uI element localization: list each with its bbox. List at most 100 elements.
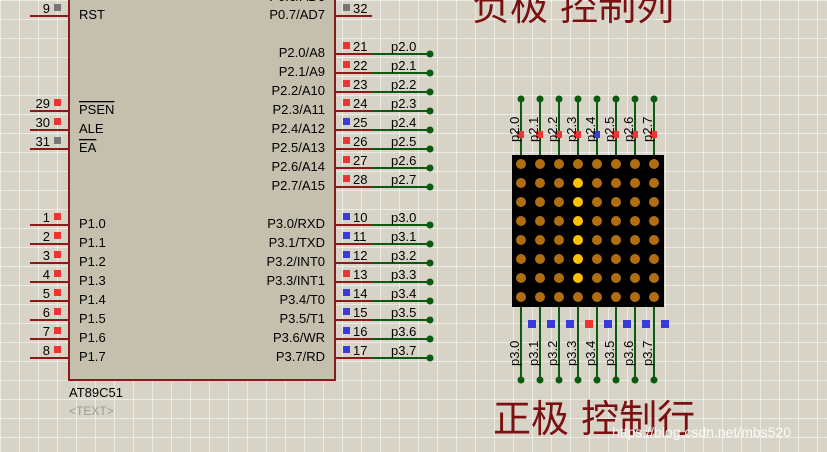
net-label: p3.5 <box>391 305 416 320</box>
net-terminal[interactable] <box>426 335 434 343</box>
led-dot <box>630 159 640 169</box>
row-terminal[interactable] <box>631 376 639 384</box>
column-net-1[interactable]: p2.1 <box>526 95 544 156</box>
led-dot <box>611 159 621 169</box>
column-terminal[interactable] <box>593 95 601 103</box>
row-state-indicator <box>623 320 631 328</box>
net-label: p3.6 <box>391 324 416 339</box>
pin-number: 27 <box>353 153 367 168</box>
column-terminal[interactable] <box>650 95 658 103</box>
net-terminal[interactable] <box>426 88 434 96</box>
row-net-label: p3.7 <box>640 341 655 366</box>
led-dot <box>592 216 602 226</box>
led-dot <box>649 178 659 188</box>
row-net-label: p3.6 <box>621 341 636 366</box>
column-net-0[interactable]: p2.0 <box>507 95 525 156</box>
pin-label: P3.5/T1 <box>279 311 325 326</box>
column-terminal[interactable] <box>536 95 544 103</box>
net-terminal[interactable] <box>426 126 434 134</box>
pin-state-indicator <box>54 4 61 11</box>
column-terminal[interactable] <box>555 95 563 103</box>
pin-state-indicator <box>343 251 350 258</box>
led-dot <box>630 273 640 283</box>
row-terminal[interactable] <box>536 376 544 384</box>
column-net-4[interactable]: p2.4 <box>583 95 601 156</box>
led-dot <box>611 235 621 245</box>
led-dot <box>573 254 583 264</box>
led-dot <box>573 178 583 188</box>
net-terminal[interactable] <box>426 259 434 267</box>
net-terminal[interactable] <box>426 107 434 115</box>
pin-label: P1.5 <box>79 311 106 326</box>
net-label: p3.1 <box>391 229 416 244</box>
pin-state-indicator <box>343 99 350 106</box>
pin-number: 2 <box>43 229 50 244</box>
led-dot <box>516 159 526 169</box>
pin-state-indicator <box>343 308 350 315</box>
pin-number: 10 <box>353 210 367 225</box>
column-terminal[interactable] <box>631 95 639 103</box>
led-dot <box>573 273 583 283</box>
led-dot <box>649 216 659 226</box>
pin-label: P2.4/A12 <box>272 121 326 136</box>
matrix-row-nets: p3.0 p3.1 p3.2 p3.3 p3.4 p3.5 p3.6 p3.7 <box>507 307 669 384</box>
pin-label: RST <box>79 7 105 22</box>
pin-number: 29 <box>36 96 50 111</box>
row-net-7[interactable]: p3.7 <box>640 307 669 384</box>
pin-state-indicator <box>343 289 350 296</box>
row-state-indicator <box>528 320 536 328</box>
pin-number: 16 <box>353 324 367 339</box>
row-state-indicator <box>566 320 574 328</box>
led-dot <box>630 254 640 264</box>
pin-label: ALE <box>79 121 104 136</box>
column-net-6[interactable]: p2.6 <box>621 95 639 156</box>
column-net-label: p2.7 <box>640 117 655 142</box>
column-net-7[interactable]: p2.7 <box>640 95 658 156</box>
column-net-2[interactable]: p2.2 <box>545 95 563 156</box>
net-terminal[interactable] <box>426 69 434 77</box>
led-dot <box>649 292 659 302</box>
row-terminal[interactable] <box>555 376 563 384</box>
led-dot <box>649 159 659 169</box>
row-terminal[interactable] <box>593 376 601 384</box>
row-terminal[interactable] <box>574 376 582 384</box>
pin-label: P1.2 <box>79 254 106 269</box>
column-terminal[interactable] <box>612 95 620 103</box>
row-terminal[interactable] <box>517 376 525 384</box>
row-net-label: p3.2 <box>545 341 560 366</box>
watermark-text: https://blog.csdn.net/mbs520 <box>612 424 791 440</box>
column-terminal[interactable] <box>574 95 582 103</box>
net-terminal[interactable] <box>426 164 434 172</box>
led-dot <box>592 292 602 302</box>
column-terminal[interactable] <box>517 95 525 103</box>
net-label: p3.0 <box>391 210 416 225</box>
row-net-label: p3.1 <box>526 341 541 366</box>
column-net-label: p2.5 <box>602 117 617 142</box>
net-terminal[interactable] <box>426 354 434 362</box>
net-terminal[interactable] <box>426 145 434 153</box>
led-matrix-body[interactable] <box>512 155 664 307</box>
net-label: p2.6 <box>391 153 416 168</box>
led-dot <box>516 292 526 302</box>
pin-number: 1 <box>43 210 50 225</box>
led-dot <box>611 197 621 207</box>
pin-number: 7 <box>43 324 50 339</box>
led-dot <box>592 197 602 207</box>
pin-label: P3.4/T0 <box>279 292 325 307</box>
net-terminal[interactable] <box>426 183 434 191</box>
row-terminal[interactable] <box>612 376 620 384</box>
net-terminal[interactable] <box>426 297 434 305</box>
led-dot <box>630 197 640 207</box>
pin-state-indicator <box>343 175 350 182</box>
column-net-5[interactable]: p2.5 <box>602 95 620 156</box>
net-terminal[interactable] <box>426 221 434 229</box>
column-net-3[interactable]: p2.3 <box>564 95 582 156</box>
pin-number: 11 <box>353 229 367 244</box>
led-dot <box>516 254 526 264</box>
net-terminal[interactable] <box>426 240 434 248</box>
row-terminal[interactable] <box>650 376 658 384</box>
net-terminal[interactable] <box>426 50 434 58</box>
net-terminal[interactable] <box>426 316 434 324</box>
net-terminal[interactable] <box>426 278 434 286</box>
led-dot <box>535 292 545 302</box>
